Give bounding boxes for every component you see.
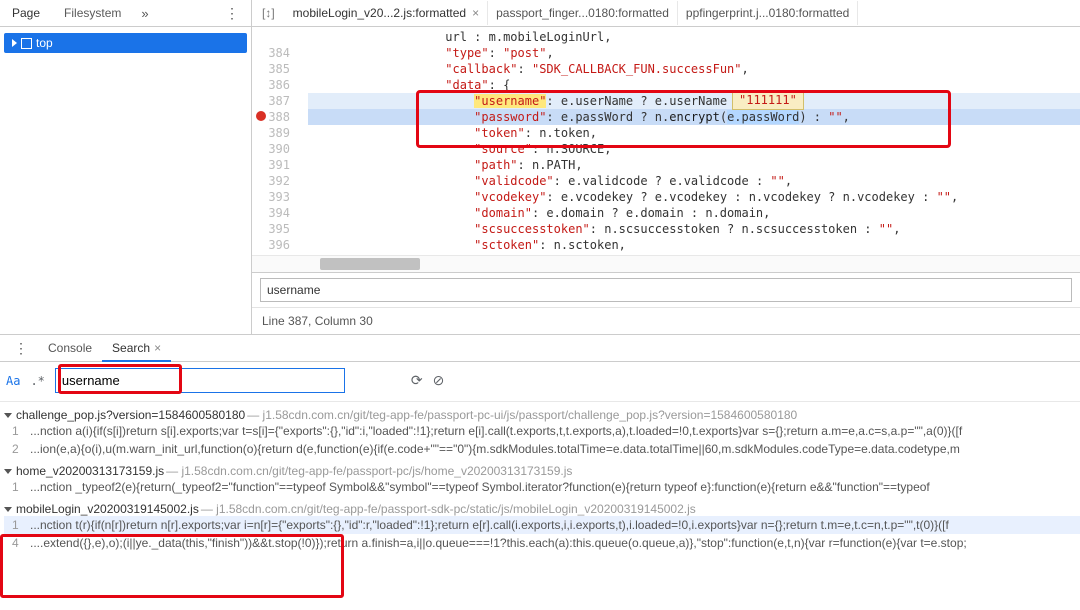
tab-search[interactable]: Search × [102, 335, 171, 362]
result-file-header[interactable]: mobileLogin_v20200319145002.js — j1.58cd… [4, 502, 1080, 516]
value-tooltip: "111111" [732, 90, 804, 110]
annotation-box [58, 364, 182, 394]
tab-filesystem[interactable]: Filesystem [52, 0, 133, 26]
close-icon[interactable]: × [154, 341, 161, 355]
code-line[interactable]: "validcode": e.validcode ? e.validcode :… [308, 173, 1080, 189]
file-tab-0[interactable]: mobileLogin_v20...2.js:formatted × [285, 1, 488, 25]
regex-icon[interactable]: .* [30, 374, 44, 388]
tree-label: top [36, 36, 53, 50]
result-file-name: home_v20200313173159.js [16, 464, 164, 478]
result-file-path: — j1.58cdn.com.cn/git/teg-app-fe/passpor… [166, 464, 572, 478]
code-line[interactable]: "domain": e.domain ? e.domain : n.domain… [308, 205, 1080, 221]
code-line[interactable]: "username": e.userName ? e.userName : ""… [308, 93, 1080, 109]
result-line[interactable]: 2 ...ion(e,a){o(i),u(m.warn_init_url,func… [4, 440, 1080, 458]
file-tree: top [0, 27, 251, 59]
search-toolbar: Aa .* ⟳ ⊘ [0, 362, 1080, 402]
code-line[interactable]: "type": "post", [308, 45, 1080, 61]
frame-icon [21, 38, 32, 49]
left-kebab-icon[interactable]: ⋮ [213, 1, 251, 26]
result-file-path: — j1.58cdn.com.cn/git/teg-app-fe/passpor… [201, 502, 696, 516]
code-line[interactable]: "source": n.SOURCE, [308, 141, 1080, 157]
file-tabs: [↕] mobileLogin_v20...2.js:formatted × p… [252, 0, 1080, 27]
tab-console[interactable]: Console [38, 335, 102, 361]
close-icon[interactable]: × [472, 6, 479, 20]
result-line[interactable]: 1 ...nction _typeof2(e){return(_typeof2="… [4, 478, 1080, 496]
expand-icon [4, 469, 12, 474]
tab-page[interactable]: Page [0, 0, 52, 26]
code-editor[interactable]: 3843853863873883893903913923933943953963… [252, 27, 1080, 255]
result-line[interactable]: 1 ...nction a(i){if(s[i])return s[i].expo… [4, 422, 1080, 440]
code-content[interactable]: url : m.mobileLoginUrl, "type": "post", … [308, 27, 1080, 255]
drawer-tabs: ⋮ Console Search × [0, 335, 1080, 362]
clear-icon[interactable]: ⊘ [433, 372, 445, 389]
horizontal-scrollbar[interactable] [252, 255, 1080, 272]
result-file-header[interactable]: home_v20200313173159.js — j1.58cdn.com.c… [4, 464, 1080, 478]
sources-navigator: Page Filesystem » ⋮ top [0, 0, 252, 334]
find-bar [252, 272, 1080, 307]
code-line[interactable]: "token": n.token, [308, 125, 1080, 141]
status-bar: Line 387, Column 30 [252, 307, 1080, 334]
scrollbar-thumb[interactable] [320, 258, 420, 270]
code-line[interactable]: "callback": "SDK_CALLBACK_FUN.successFun… [308, 61, 1080, 77]
result-file-path: — j1.58cdn.com.cn/git/teg-app-fe/passpor… [247, 408, 797, 422]
code-line[interactable]: "scsuccesstoken": n.scsuccesstoken ? n.s… [308, 221, 1080, 237]
code-line[interactable]: "password": e.passWord ? n.encrypt(e.pas… [308, 109, 1080, 125]
refresh-icon[interactable]: ⟳ [411, 372, 423, 389]
drawer-kebab-icon[interactable]: ⋮ [4, 336, 38, 361]
result-line-text: ...ion(e,a){o(i),u(m.warn_init_url,funct… [30, 442, 960, 456]
tree-item-top[interactable]: top [4, 33, 247, 53]
line-gutter[interactable]: 3843853863873883893903913923933943953963… [252, 27, 308, 255]
file-tab-1[interactable]: passport_finger...0180:formatted [488, 1, 678, 25]
annotation-box [0, 534, 344, 598]
result-line-text: ...nction a(i){if(s[i])return s[i].expor… [30, 424, 962, 438]
editor-panel: [↕] mobileLogin_v20...2.js:formatted × p… [252, 0, 1080, 334]
expand-icon [12, 39, 17, 47]
result-line[interactable]: 1 ...nction t(r){if(n[r])return n[r].expo… [4, 516, 1080, 534]
file-tab-2[interactable]: ppfingerprint.j...0180:formatted [678, 1, 858, 25]
file-tab-label: passport_finger...0180:formatted [496, 6, 669, 20]
expand-icon [4, 507, 12, 512]
match-case-icon[interactable]: Aa [6, 374, 20, 388]
code-line[interactable]: "data": { [308, 77, 1080, 93]
file-tab-label: ppfingerprint.j...0180:formatted [686, 6, 849, 20]
code-line[interactable]: url : m.mobileLoginUrl, [308, 29, 1080, 45]
result-line-number: 1 [12, 480, 22, 494]
file-tab-label: mobileLogin_v20...2.js:formatted [293, 6, 466, 20]
toggle-navigator-icon[interactable]: [↕] [252, 2, 285, 24]
left-tabs: Page Filesystem » ⋮ [0, 0, 251, 27]
result-line-number: 2 [12, 442, 22, 456]
code-line[interactable]: "vcodekey": e.vcodekey ? e.vcodekey : n.… [308, 189, 1080, 205]
result-line-number: 1 [12, 424, 22, 438]
code-line[interactable]: "path": n.PATH, [308, 157, 1080, 173]
search-results: challenge_pop.js?version=1584600580180 —… [0, 402, 1080, 610]
breakpoint-icon[interactable] [256, 111, 266, 121]
drawer: ⋮ Console Search × Aa .* ⟳ ⊘ challenge_po… [0, 335, 1080, 610]
expand-icon [4, 413, 12, 418]
result-line-text: ...nction t(r){if(n[r])return n[r].expor… [30, 518, 949, 532]
result-file-name: challenge_pop.js?version=1584600580180 [16, 408, 245, 422]
code-line[interactable]: "sctoken": n.sctoken, [308, 237, 1080, 253]
result-file-name: mobileLogin_v20200319145002.js [16, 502, 199, 516]
result-file-header[interactable]: challenge_pop.js?version=1584600580180 —… [4, 408, 1080, 422]
tab-search-label: Search [112, 341, 150, 355]
tabs-overflow[interactable]: » [133, 2, 156, 25]
find-input[interactable] [260, 278, 1072, 302]
result-line-number: 1 [12, 518, 22, 532]
result-line-text: ...nction _typeof2(e){return(_typeof2="f… [30, 480, 930, 494]
